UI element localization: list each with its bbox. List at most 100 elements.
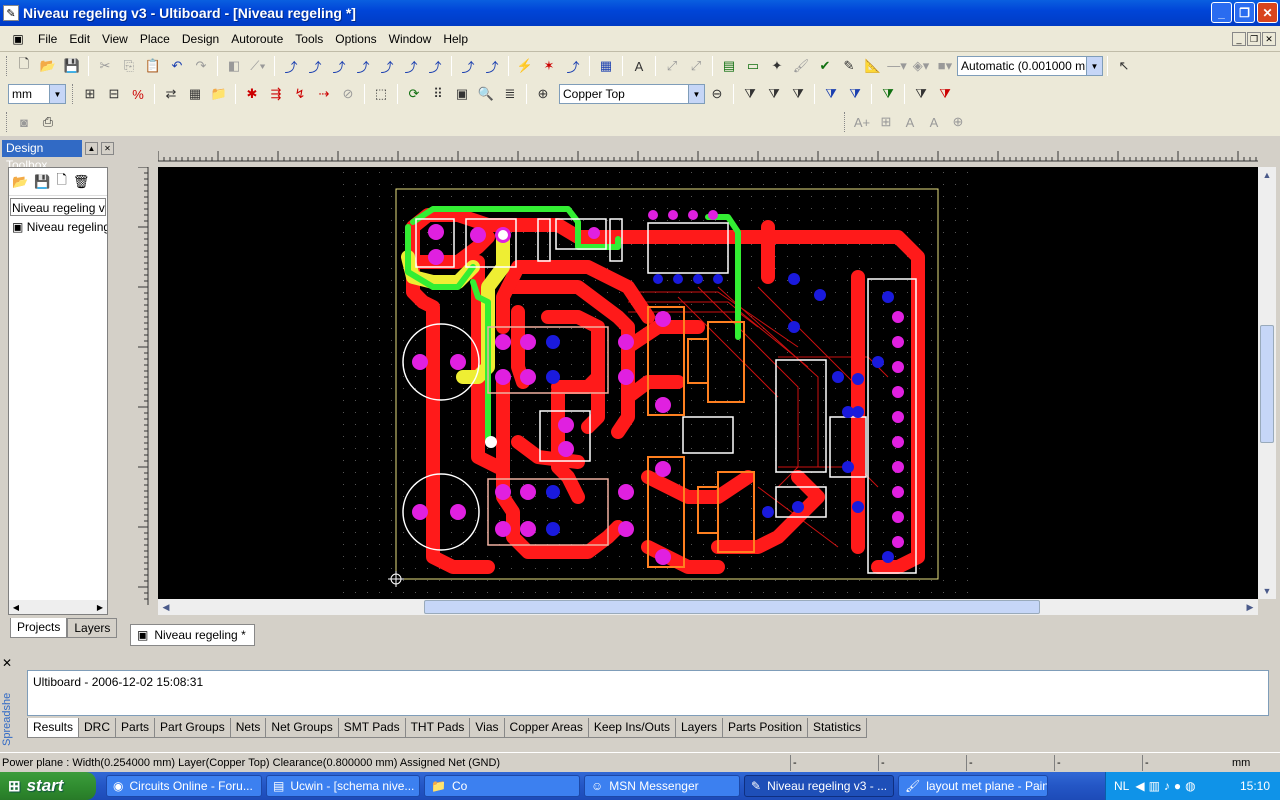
redo-icon[interactable]: ↷ xyxy=(190,55,212,77)
close-icon[interactable]: ✕ xyxy=(2,656,12,670)
close-button[interactable]: ✕ xyxy=(1257,2,1278,23)
taskbar-button-ucwin[interactable]: ▤ Ucwin - [schema nive... xyxy=(266,775,420,797)
menu-file[interactable]: File xyxy=(32,32,63,46)
delete-design-icon[interactable]: 🗑 xyxy=(73,174,90,190)
tab-copper-areas[interactable]: Copper Areas xyxy=(503,718,589,738)
measure-2-icon[interactable]: ⤢ xyxy=(685,55,707,77)
tab-net-groups[interactable]: Net Groups xyxy=(265,718,339,738)
layers-stack-icon[interactable]: ≣ xyxy=(499,83,521,105)
ruler-icon[interactable]: 📐 xyxy=(862,55,884,77)
scroll-right-icon[interactable]: ▶ xyxy=(1242,599,1258,615)
tab-projects[interactable]: Projects xyxy=(10,618,68,638)
taskbar-button-firefox[interactable]: ◉ Circuits Online - Foru... xyxy=(106,775,262,797)
group-icon[interactable]: ⊟ xyxy=(103,83,125,105)
zoom-in-icon[interactable]: ⊕ xyxy=(532,83,554,105)
measure-icon[interactable]: ⤢ xyxy=(661,55,683,77)
fill-icon[interactable]: ◈▾ xyxy=(910,55,932,77)
ati-icon[interactable]: ● xyxy=(1174,779,1181,793)
units-select[interactable]: mm ▼ xyxy=(8,84,66,104)
monitor-icon[interactable]: ▭ xyxy=(742,55,764,77)
unroute-icon[interactable]: ✶ xyxy=(538,55,560,77)
taskbar-button-ultiboard[interactable]: ✎ Niveau regeling v3 - ... xyxy=(744,775,894,797)
place-icon[interactable]: ◧ xyxy=(223,55,245,77)
vertical-scroll-thumb[interactable] xyxy=(1260,325,1274,443)
filter-text-icon[interactable]: ⧩ xyxy=(910,83,932,105)
toolbar-grip[interactable] xyxy=(72,84,75,104)
pointer-icon[interactable]: ↖ xyxy=(1113,55,1135,77)
horizontal-scrollbar[interactable]: ◀ ▶ xyxy=(158,599,1258,615)
scroll-left-icon[interactable]: ◀ xyxy=(158,599,174,615)
antivirus-icon[interactable]: ◍ xyxy=(1185,779,1195,793)
text-mirror-icon[interactable]: A xyxy=(923,111,945,133)
toolbar-grip[interactable] xyxy=(6,56,9,76)
filter-4-icon[interactable]: ⧩ xyxy=(820,83,842,105)
route-trace-4-icon[interactable]: ⤴ xyxy=(352,55,374,77)
tune-icon[interactable]: ⤴ xyxy=(562,55,584,77)
menu-edit[interactable]: Edit xyxy=(63,32,96,46)
filter-5-icon[interactable]: ⧩ xyxy=(844,83,866,105)
collapse-icon[interactable]: ▲ xyxy=(85,141,98,155)
menu-view[interactable]: View xyxy=(96,32,134,46)
filter-icon[interactable]: ⧩ xyxy=(739,83,761,105)
zoom-out-icon[interactable]: ⊖ xyxy=(706,83,728,105)
bus-icon[interactable]: ⤴ xyxy=(481,55,503,77)
wizard-icon[interactable]: ✦ xyxy=(766,55,788,77)
horizontal-scroll-thumb[interactable] xyxy=(424,600,1040,614)
clock[interactable]: 15:10 xyxy=(1240,779,1270,793)
back-arrow-icon[interactable]: ◀ xyxy=(1135,779,1144,793)
tab-parts[interactable]: Parts xyxy=(115,718,156,738)
mdi-minimize-button[interactable]: _ xyxy=(1232,32,1246,46)
taskbar-button-folder[interactable]: 📁 Co xyxy=(424,775,580,797)
print-icon[interactable]: ⎙ xyxy=(37,111,59,133)
tab-keep-ins-outs[interactable]: Keep Ins/Outs xyxy=(587,718,676,738)
stop-icon[interactable]: ⊘ xyxy=(337,83,359,105)
percent-icon[interactable]: % xyxy=(127,83,149,105)
scroll-right-icon[interactable]: ▶ xyxy=(93,603,107,612)
route-trace-6-icon[interactable]: ⤴ xyxy=(400,55,422,77)
paste-icon[interactable]: 📋 xyxy=(142,55,164,77)
fanout-icon[interactable]: ✱ xyxy=(241,83,263,105)
menu-design[interactable]: Design xyxy=(176,32,225,46)
tab-part-groups[interactable]: Part Groups xyxy=(154,718,231,738)
trace-mode-select[interactable]: Automatic (0.001000 mm ▼ xyxy=(957,56,1103,76)
autoroute-icon[interactable]: ⇶ xyxy=(265,83,287,105)
grid-dots-icon[interactable]: ⠿ xyxy=(427,83,449,105)
toolbar-grip[interactable] xyxy=(844,112,847,132)
route-trace-icon[interactable]: ⤴ xyxy=(280,55,302,77)
tab-statistics[interactable]: Statistics xyxy=(807,718,868,738)
route-trace-2-icon[interactable]: ⤴ xyxy=(304,55,326,77)
minimize-button[interactable]: _ xyxy=(1211,2,1232,23)
dash-icon[interactable]: —▾ xyxy=(886,55,908,77)
close-icon[interactable]: ✕ xyxy=(101,141,114,155)
volume-icon[interactable]: ♪ xyxy=(1164,779,1170,793)
maximize-button[interactable]: ❐ xyxy=(1234,2,1255,23)
tree-item-project[interactable]: Niveau regeling v3 xyxy=(10,198,106,216)
open-icon[interactable]: 📂 xyxy=(37,55,59,77)
component-icon[interactable]: ⊞ xyxy=(79,83,101,105)
zoom-icon[interactable]: 🔍 xyxy=(475,83,497,105)
network-icon[interactable]: ▥ xyxy=(1149,779,1160,793)
menu-window[interactable]: Window xyxy=(383,32,438,46)
app-icon[interactable]: ✎ xyxy=(3,5,19,21)
tree-item-design[interactable]: ▣ Niveau regeling xyxy=(9,218,107,236)
cut-icon[interactable]: ✂ xyxy=(94,55,116,77)
tab-layers[interactable]: Layers xyxy=(67,618,118,638)
filter-3-icon[interactable]: ⧩ xyxy=(787,83,809,105)
zoom-window-icon[interactable]: ▣ xyxy=(451,83,473,105)
color-icon[interactable]: ■▾ xyxy=(934,55,956,77)
select-area-icon[interactable]: ⬚ xyxy=(370,83,392,105)
pcb-layout-svg[interactable] xyxy=(158,167,1258,599)
menu-help[interactable]: Help xyxy=(437,32,474,46)
undo-icon[interactable]: ↶ xyxy=(166,55,188,77)
copy-icon[interactable]: ⎘ xyxy=(118,55,140,77)
toolbox-hscroll[interactable]: ◀ ▶ xyxy=(9,600,107,614)
swap-icon[interactable]: ⇄ xyxy=(160,83,182,105)
ratsnest-icon[interactable]: ⚡ xyxy=(514,55,536,77)
filter-clear-icon[interactable]: ⧩ xyxy=(934,83,956,105)
document-icon[interactable]: ▣ xyxy=(10,31,26,47)
mdi-close-button[interactable]: ✕ xyxy=(1262,32,1276,46)
tab-results[interactable]: Results xyxy=(27,718,80,738)
taskbar-button-msn[interactable]: ☺ MSN Messenger xyxy=(584,775,740,797)
mdi-restore-button[interactable]: ❐ xyxy=(1247,32,1261,46)
tab-smt-pads[interactable]: SMT Pads xyxy=(337,718,406,738)
